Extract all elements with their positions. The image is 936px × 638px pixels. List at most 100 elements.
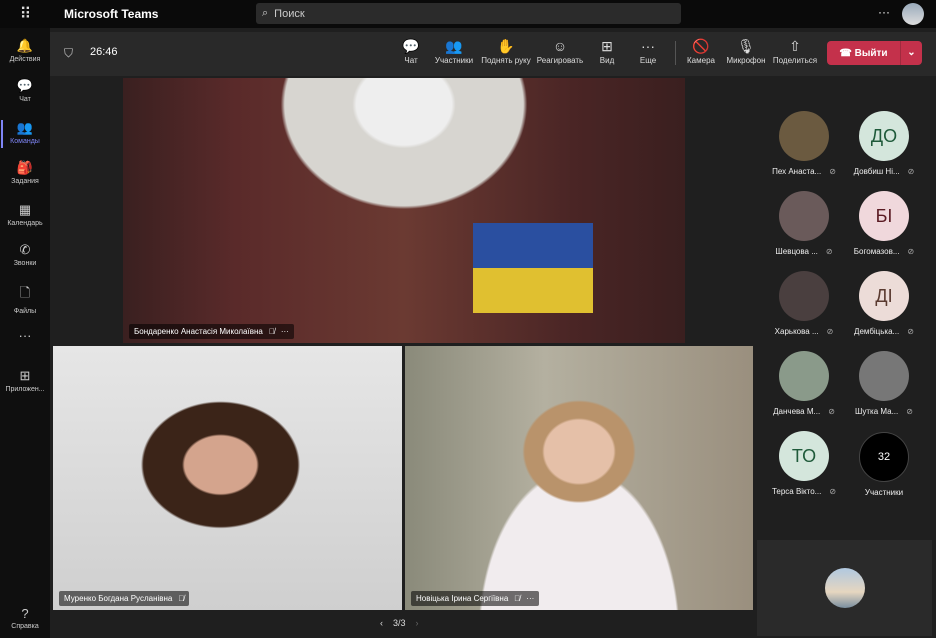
participant-tile[interactable]: ДО Довбиш Ні... ⊘ bbox=[844, 111, 924, 176]
sidebar-item[interactable]: 🔔 Действия bbox=[0, 38, 50, 63]
sidebar-item-label: Команды bbox=[10, 138, 40, 145]
app-sidebar: 🔔 Действия 💬 Чат 👥 Команды 🎒 Задания ▦ Календарь ✆… bbox=[0, 28, 50, 638]
participants-count-button[interactable]: 32 Участники bbox=[844, 432, 924, 497]
toolbar-label: Чат bbox=[404, 56, 418, 65]
video-name-tag: Новіцька Ірина Сергіївна 🎙̸ ··· bbox=[411, 591, 540, 606]
participant-tile[interactable]: Шевцова ... ⊘ bbox=[764, 191, 844, 256]
participant-tile[interactable]: Харькова ... ⊘ bbox=[764, 271, 844, 336]
participant-name: Богомазов... bbox=[853, 247, 900, 256]
mic-off-icon: ⊘ bbox=[907, 167, 915, 176]
sidebar-item[interactable]: ⊞ Приложен... bbox=[0, 368, 50, 393]
video-tile[interactable]: Новіцька Ірина Сергіївна 🎙̸ ··· bbox=[405, 346, 753, 610]
avatar bbox=[859, 351, 909, 401]
sidebar-icon: ··· bbox=[18, 328, 32, 343]
toolbar-button[interactable]: ··· Еще bbox=[640, 38, 656, 65]
sidebar-item[interactable]: ▦ Календарь bbox=[0, 202, 50, 227]
mic-off-icon: ⊘ bbox=[828, 407, 835, 416]
video-name-tag: Бондаренко Анастасія Миколаївна 🎙̸ ··· bbox=[129, 324, 294, 339]
toolbar-icon: 👥 bbox=[445, 38, 463, 54]
video-tile[interactable]: Муренко Богдана Русланівна 🎙̸ bbox=[53, 346, 402, 610]
avatar bbox=[779, 351, 829, 401]
next-page-button[interactable]: › bbox=[416, 618, 419, 628]
toolbar-button[interactable]: 👥 Участники bbox=[435, 38, 473, 65]
sidebar-item-label: Календарь bbox=[7, 220, 43, 227]
help-icon: ? bbox=[21, 606, 29, 621]
mic-off-icon: ⊘ bbox=[826, 327, 834, 336]
participant-tile[interactable]: ТО Терса Вікто... ⊘ bbox=[764, 431, 844, 496]
toolbar-button[interactable]: 💬 Чат bbox=[402, 38, 419, 65]
more-icon[interactable]: ··· bbox=[281, 327, 289, 336]
avatar bbox=[779, 271, 829, 321]
toolbar-button[interactable]: 🎙 Микрофон bbox=[727, 38, 766, 65]
divider bbox=[675, 41, 676, 65]
sidebar-item[interactable]: 🗋 Файлы bbox=[0, 284, 50, 315]
avatar: ДО bbox=[859, 111, 909, 161]
toolbar-label: Поделиться bbox=[772, 56, 818, 65]
self-preview[interactable] bbox=[757, 540, 932, 636]
avatar: ТО bbox=[779, 431, 829, 481]
toolbar-label: Поднять руку bbox=[481, 56, 531, 65]
mic-off-icon: 🎙̸ bbox=[268, 327, 275, 336]
mic-off-icon: ⊘ bbox=[906, 407, 913, 416]
sidebar-item-label: Задания bbox=[11, 178, 39, 185]
avatar bbox=[779, 191, 829, 241]
toolbar-icon: ☺ bbox=[552, 38, 568, 54]
sidebar-icon: ▦ bbox=[18, 202, 32, 217]
prev-page-button[interactable]: ‹ bbox=[380, 618, 383, 628]
sidebar-icon: ✆ bbox=[19, 242, 31, 257]
sidebar-item-label: Действия bbox=[9, 56, 41, 63]
participant-tile[interactable]: Шутка Ма... ⊘ bbox=[844, 351, 924, 416]
toolbar-button[interactable]: ⊞ Вид bbox=[600, 38, 614, 65]
sidebar-item-label: Файлы bbox=[13, 308, 37, 315]
toolbar-icon: ⇧ bbox=[789, 38, 801, 54]
sidebar-item-label: Чат bbox=[19, 96, 31, 103]
chevron-down-icon[interactable]: ⌄ bbox=[900, 41, 922, 65]
participant-tile[interactable]: Данчева М... ⊘ bbox=[764, 351, 844, 416]
search-icon: ⌕ bbox=[262, 7, 269, 19]
avatar: ДІ bbox=[859, 271, 909, 321]
sidebar-item-label: Звонки bbox=[13, 260, 37, 267]
sidebar-icon: 💬 bbox=[16, 78, 34, 93]
more-icon[interactable]: ··· bbox=[526, 594, 534, 603]
sidebar-item-label: Справка bbox=[11, 623, 39, 630]
sidebar-item-help[interactable]: ? Справка bbox=[0, 606, 50, 630]
pagination: ‹ 3/3 › bbox=[380, 618, 419, 628]
participant-tile[interactable]: БІ Богомазов... ⊘ bbox=[844, 191, 924, 256]
toolbar-icon: ⊞ bbox=[601, 38, 613, 54]
toolbar-button[interactable]: ✋ Поднять руку bbox=[481, 38, 530, 65]
toolbar-button[interactable]: ⇧ Поделиться bbox=[773, 38, 817, 65]
sidebar-item[interactable]: ··· bbox=[0, 328, 50, 345]
shield-icon: ⛉ bbox=[64, 46, 74, 60]
toolbar-button[interactable]: ☺ Реагировать bbox=[537, 38, 583, 65]
toolbar-button[interactable]: 🚫 Камера bbox=[687, 38, 715, 65]
avatar: БІ bbox=[859, 191, 909, 241]
sidebar-icon: ⊞ bbox=[19, 368, 31, 383]
participant-name: Довбиш Ні... bbox=[853, 167, 900, 176]
toolbar-label: Еще bbox=[639, 56, 657, 65]
avatar bbox=[779, 111, 829, 161]
toolbar-icon: ··· bbox=[641, 38, 655, 54]
mic-off-icon: ⊘ bbox=[907, 247, 915, 256]
participants-label: Участники bbox=[864, 488, 904, 497]
sidebar-item[interactable]: 🎒 Задания bbox=[0, 160, 50, 185]
participant-tile[interactable]: Пех Анаста... ⊘ bbox=[764, 111, 844, 176]
search-input[interactable]: ⌕ Поиск bbox=[256, 3, 681, 24]
participant-tile[interactable]: ДІ Дембіцька... ⊘ bbox=[844, 271, 924, 336]
toolbar-label: Вид bbox=[599, 56, 615, 65]
sidebar-icon: 🎒 bbox=[16, 160, 34, 175]
mic-off-icon: ⊘ bbox=[907, 327, 914, 336]
sidebar-item[interactable]: ✆ Звонки bbox=[0, 242, 50, 267]
avatar[interactable] bbox=[902, 3, 924, 25]
app-launcher-icon[interactable]: ⠿ bbox=[0, 4, 50, 24]
video-name-tag: Муренко Богдана Русланівна 🎙̸ bbox=[59, 591, 190, 606]
sidebar-item[interactable]: 💬 Чат bbox=[0, 78, 50, 103]
leave-button[interactable]: ☎ Выйти ⌄ bbox=[827, 41, 922, 65]
video-tile[interactable]: Бондаренко Анастасія Миколаївна 🎙̸ ··· bbox=[123, 78, 685, 343]
sidebar-item[interactable]: 👥 Команды bbox=[0, 120, 50, 148]
toolbar-icon: 💬 bbox=[402, 38, 420, 54]
sidebar-icon: 🗋 bbox=[19, 285, 31, 300]
meeting-toolbar: ⛉ 26:46 ☎ Выйти ⌄ 💬 Чат 👥 Участники ✋ Поднять … bbox=[50, 32, 936, 76]
more-options-button[interactable]: ··· bbox=[878, 5, 890, 19]
title-bar: ⠿ Microsoft Teams ⌕ Поиск ··· bbox=[0, 0, 936, 28]
participant-name: Новіцька Ірина Сергіївна bbox=[416, 594, 509, 603]
